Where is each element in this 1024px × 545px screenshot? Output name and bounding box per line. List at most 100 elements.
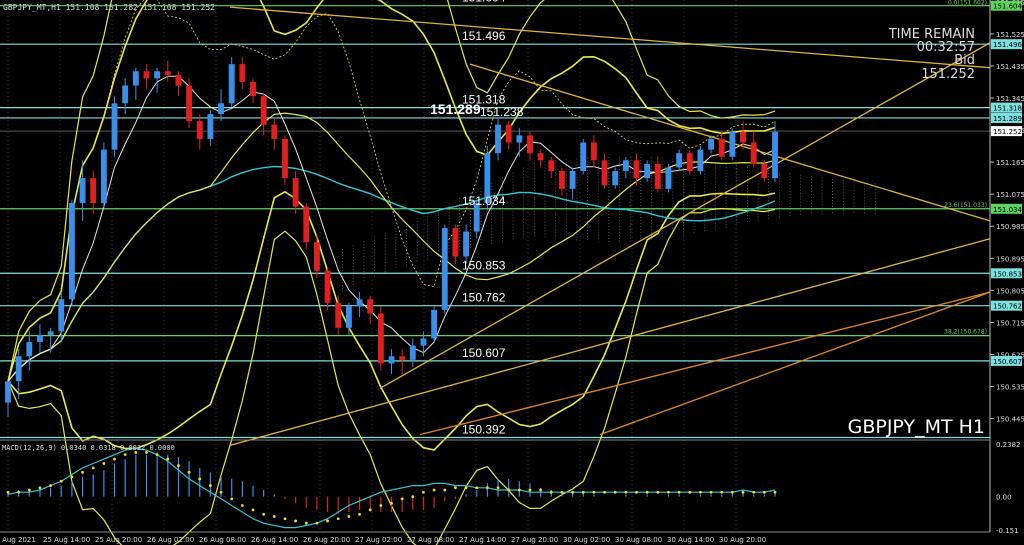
symbol-label: GBPJPY_MT H1 bbox=[848, 416, 985, 438]
macd-signal-point bbox=[358, 512, 361, 516]
price-tag-label: 151.318 bbox=[993, 105, 1022, 113]
macd-signal-point bbox=[603, 490, 606, 494]
macd-signal-point bbox=[464, 486, 468, 490]
candle-body bbox=[58, 299, 65, 332]
candle-body bbox=[239, 64, 246, 82]
price-tick-label: 151.345 bbox=[996, 95, 1024, 103]
candle-body bbox=[250, 81, 256, 97]
macd-signal-point bbox=[667, 490, 670, 494]
fib-label: 38.2(150.678) bbox=[944, 329, 987, 336]
candle-body bbox=[718, 138, 725, 157]
candle-body bbox=[495, 124, 501, 154]
bid-tag-label: 151.252 bbox=[993, 128, 1022, 136]
level-line-label: 150.853 bbox=[462, 258, 506, 272]
macd-signal-point bbox=[70, 475, 74, 479]
candle-body bbox=[111, 103, 118, 150]
macd-signal-point bbox=[262, 512, 266, 516]
candle-body bbox=[772, 131, 778, 179]
macd-signal-point bbox=[752, 490, 756, 494]
candle-body bbox=[622, 160, 629, 172]
price-tag-label: 151.289 bbox=[993, 115, 1022, 123]
macd-signal-point bbox=[209, 484, 212, 487]
macd-signal-point bbox=[624, 490, 628, 494]
candle-body bbox=[100, 149, 107, 204]
price-tick-label: 150.715 bbox=[996, 319, 1024, 327]
time-tick-label: 30 Aug 14:00 bbox=[667, 536, 714, 544]
price-tick-label: 151.435 bbox=[996, 63, 1024, 71]
macd-tick-label: -0.151 bbox=[996, 527, 1019, 535]
candle-body bbox=[324, 270, 331, 303]
candle-body bbox=[516, 135, 523, 143]
candle-body bbox=[143, 71, 150, 79]
candle-body bbox=[686, 153, 693, 172]
candle-body bbox=[79, 178, 86, 204]
macd-signal-point bbox=[485, 486, 489, 490]
candle-body bbox=[654, 163, 661, 189]
candle-body bbox=[431, 309, 438, 339]
candle-body bbox=[154, 71, 161, 79]
macd-signal-point bbox=[517, 488, 521, 492]
time-tick-label: 27 Aug 08:00 bbox=[407, 536, 454, 544]
candle-body bbox=[559, 171, 565, 189]
macd-signal-point bbox=[400, 497, 404, 501]
level-line-label: 151.289 bbox=[430, 101, 481, 117]
candle-body bbox=[644, 163, 651, 179]
macd-signal-point bbox=[496, 486, 500, 490]
macd-signal-point bbox=[539, 488, 543, 492]
price-tick-label: 150.985 bbox=[996, 223, 1024, 231]
candle-body bbox=[452, 228, 459, 257]
price-tick-label: 150.535 bbox=[996, 384, 1024, 392]
macd-signal-point bbox=[741, 490, 745, 494]
time-tick-label: 26 Aug 08:00 bbox=[199, 536, 246, 544]
price-tick-label: 151.165 bbox=[996, 159, 1024, 167]
time-tick-label: 27 Aug 14:00 bbox=[459, 536, 506, 544]
macd-signal-point bbox=[560, 490, 564, 494]
fib-label: 23.6(151.033) bbox=[944, 202, 987, 209]
macd-signal-point bbox=[709, 490, 713, 494]
macd-signal-point bbox=[49, 484, 53, 487]
candle-body bbox=[175, 74, 182, 86]
price-tick-label: 151.075 bbox=[996, 191, 1024, 199]
macd-signal-point bbox=[443, 488, 447, 492]
macd-signal-point bbox=[336, 517, 340, 521]
macd-signal-point bbox=[123, 453, 127, 457]
macd-signal-point bbox=[198, 477, 202, 481]
candle-body bbox=[345, 306, 352, 328]
candle-body bbox=[420, 338, 427, 346]
level-line-label: 151.604 bbox=[462, 0, 506, 5]
candle-body bbox=[505, 124, 512, 143]
level-line-label: 150.762 bbox=[462, 291, 506, 305]
candle-body bbox=[282, 138, 288, 179]
candle-body bbox=[527, 135, 533, 154]
time-tick-label: 27 Aug 20:00 bbox=[511, 536, 558, 544]
macd-signal-point bbox=[304, 521, 308, 525]
candle-body bbox=[409, 345, 416, 360]
candle-body bbox=[548, 160, 555, 172]
candle-body bbox=[697, 149, 704, 172]
price-chart[interactable]: GBPJPY_MT,H1 151.108 151.282 151.108 151… bbox=[0, 0, 1024, 545]
price-tag-label: 150.853 bbox=[993, 270, 1022, 278]
macd-signal-point bbox=[272, 515, 276, 518]
candle-body bbox=[90, 178, 97, 204]
macd-signal-point bbox=[81, 470, 84, 474]
time-tick-label: 26 Aug 02:00 bbox=[147, 536, 194, 544]
candle-body bbox=[218, 103, 224, 115]
macd-signal-point bbox=[315, 521, 319, 525]
candle-body bbox=[186, 85, 193, 122]
candle-body bbox=[399, 356, 406, 360]
time-tick-label: 25 Aug 2021 bbox=[0, 536, 36, 544]
macd-signal-point bbox=[635, 490, 638, 494]
macd-signal-point bbox=[294, 519, 298, 523]
macd-signal-point bbox=[613, 490, 617, 494]
candle-body bbox=[367, 299, 374, 314]
level-line-label: 150.607 bbox=[462, 346, 506, 360]
price-tag-label: 151.034 bbox=[993, 206, 1022, 214]
candle-body bbox=[15, 356, 22, 382]
time-tick-label: 26 Aug 20:00 bbox=[303, 536, 350, 544]
overlap-label: 151.238 bbox=[480, 105, 524, 119]
price-tick-label: 150.445 bbox=[996, 416, 1024, 424]
macd-tick-label: 0.2382 bbox=[996, 441, 1021, 449]
macd-signal-point bbox=[411, 495, 415, 499]
candle-body bbox=[314, 242, 320, 271]
macd-signal-point bbox=[475, 486, 479, 490]
